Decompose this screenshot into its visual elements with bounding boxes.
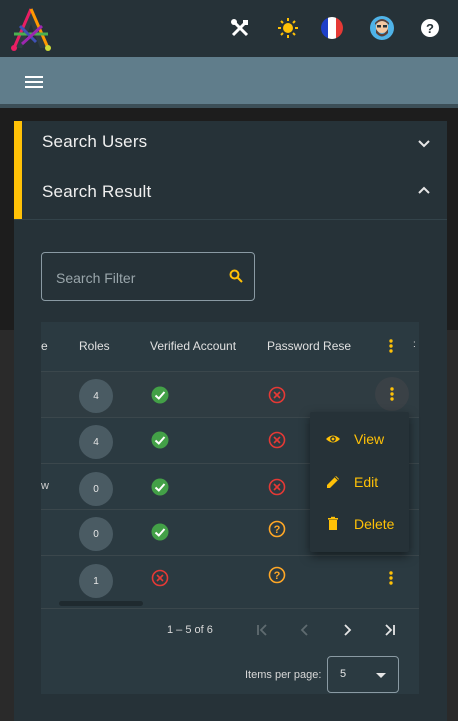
menu-item-delete-label: Delete: [354, 516, 395, 532]
trash-icon: [328, 516, 338, 530]
theme-sun-icon[interactable]: [274, 14, 302, 42]
password-cancel-icon: [268, 431, 286, 449]
panel-accent-bar: [14, 162, 22, 219]
eye-icon: [326, 435, 340, 443]
table-row[interactable]: 1 ?: [41, 555, 419, 601]
menu-item-view-label: View: [354, 431, 385, 447]
roles-count-badge: 4: [79, 425, 113, 459]
menu-item-edit[interactable]: Edit: [310, 462, 409, 502]
chevron-up-icon[interactable]: [417, 183, 431, 197]
column-header-cut[interactable]: e: [41, 339, 48, 353]
panel-accent-bar: [14, 121, 22, 162]
password-cancel-icon: [268, 478, 286, 496]
horizontal-scrollbar[interactable]: [59, 601, 143, 606]
svg-text:?: ?: [426, 21, 434, 36]
paginator-divider: [41, 608, 419, 609]
panel-header-divider: [14, 219, 447, 220]
french-flag-icon[interactable]: [318, 14, 346, 42]
verified-check-icon: [151, 386, 169, 404]
password-help-icon: ?: [268, 566, 286, 584]
row-menu-button-active[interactable]: [375, 377, 409, 411]
roles-count-badge: 0: [79, 517, 113, 551]
last-page-icon[interactable]: [375, 618, 403, 642]
verified-check-icon: [151, 478, 169, 496]
help-icon[interactable]: ?: [416, 14, 444, 42]
top-app-bar: ?: [0, 0, 458, 57]
search-users-panel[interactable]: Search Users: [14, 121, 447, 162]
pencil-icon: [327, 476, 339, 488]
roles-count-badge: 0: [79, 472, 113, 506]
password-cancel-icon: [268, 386, 286, 404]
menu-item-edit-label: Edit: [354, 474, 379, 490]
items-per-page-select[interactable]: 5: [327, 656, 399, 693]
secondary-toolbar: [0, 57, 458, 106]
row-actions-menu: View Edit Delete: [310, 412, 409, 552]
menu-item-view[interactable]: View: [310, 419, 409, 459]
hamburger-menu-icon[interactable]: [20, 70, 48, 94]
cell-cut: w: [41, 480, 49, 492]
app-logo[interactable]: [6, 6, 56, 52]
chevron-down-icon[interactable]: [417, 137, 431, 151]
search-users-title: Search Users: [42, 132, 148, 151]
previous-page-icon[interactable]: [291, 618, 319, 642]
tools-icon[interactable]: [226, 14, 254, 42]
paginator-range-label: 1 – 5 of 6: [167, 624, 213, 636]
roles-count-badge: 4: [79, 379, 113, 413]
search-result-title: Search Result: [42, 182, 152, 201]
items-per-page-label: Items per page:: [245, 669, 322, 681]
roles-count-badge: 1: [79, 564, 113, 598]
table-row[interactable]: 4: [41, 371, 419, 417]
svg-text:?: ?: [274, 524, 281, 536]
verified-check-icon: [151, 431, 169, 449]
column-menu-button[interactable]: [380, 335, 402, 357]
next-page-icon[interactable]: [333, 618, 361, 642]
password-help-icon: ?: [268, 520, 286, 538]
search-input[interactable]: [56, 268, 216, 288]
verified-check-icon: [151, 523, 169, 541]
svg-text:?: ?: [274, 570, 281, 582]
first-page-icon[interactable]: [249, 618, 277, 642]
column-header-roles[interactable]: Roles: [79, 339, 110, 353]
search-icon[interactable]: [229, 269, 243, 283]
menu-item-delete[interactable]: Delete: [310, 504, 409, 544]
row-menu-button[interactable]: [380, 567, 402, 589]
search-filter-field[interactable]: [41, 252, 255, 301]
dropdown-caret-icon: [376, 673, 386, 678]
items-per-page-value: 5: [340, 668, 347, 680]
column-header-overflow: :: [413, 339, 416, 350]
user-avatar-icon[interactable]: [368, 14, 396, 42]
column-header-verified-account[interactable]: Verified Account: [150, 339, 236, 353]
column-header-password-reset[interactable]: Password Rese: [267, 339, 351, 353]
verified-cancel-icon: [151, 569, 169, 587]
